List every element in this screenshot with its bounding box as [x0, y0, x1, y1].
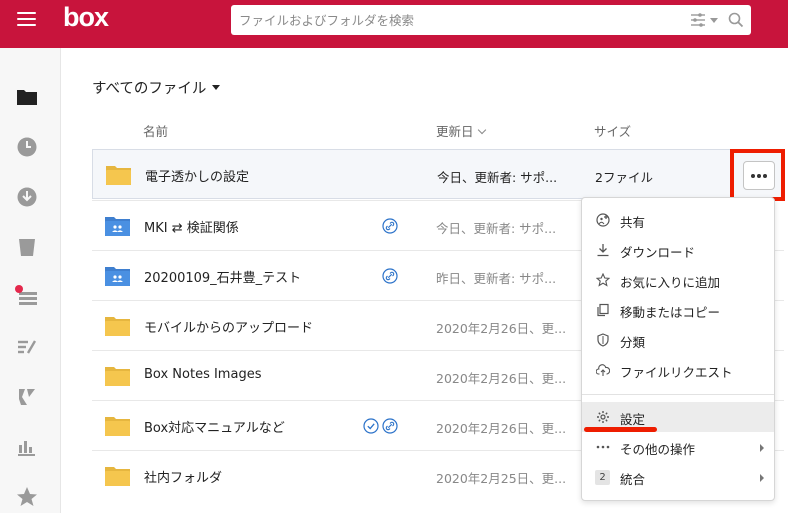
- share-icon: [596, 213, 610, 227]
- search-icon[interactable]: [728, 12, 744, 32]
- sidebar-item-notes[interactable]: [15, 335, 39, 359]
- top-header: box: [0, 0, 788, 48]
- item-name[interactable]: Box対応マニュアルなど: [144, 417, 285, 436]
- analytics-icon: [18, 441, 35, 456]
- menu-item-label: ファイルリクエスト: [620, 365, 733, 380]
- ellipsis-icon: [596, 440, 610, 454]
- more-options-button[interactable]: [743, 161, 775, 190]
- folder-icon: [104, 465, 131, 491]
- feed-icon: [15, 285, 37, 305]
- download-icon: [17, 187, 37, 207]
- link-icon[interactable]: [382, 218, 398, 238]
- check-icon[interactable]: [363, 418, 379, 438]
- item-updated: 今日、更新者: サポ...: [436, 221, 557, 236]
- menu-divider: [582, 394, 774, 395]
- box-logo[interactable]: box: [63, 2, 109, 33]
- annotation-underline: [584, 427, 657, 432]
- sort-chevron-icon: [477, 125, 486, 135]
- column-header-name[interactable]: 名前: [143, 121, 168, 140]
- copy-icon: [596, 303, 610, 317]
- gear-icon: [596, 410, 610, 424]
- search-input[interactable]: [231, 5, 671, 35]
- clock-icon: [17, 137, 37, 157]
- chevron-right-icon: [760, 474, 764, 482]
- download-icon: [596, 243, 610, 257]
- folder-icon: [104, 265, 131, 291]
- sidebar-item-feed[interactable]: [15, 285, 39, 309]
- item-updated: 2020年2月26日、更...: [436, 371, 567, 386]
- hamburger-menu-icon[interactable]: [17, 12, 36, 28]
- menu-item-label: その他の操作: [620, 442, 696, 457]
- item-name[interactable]: Box Notes Images: [144, 367, 261, 382]
- link-icon[interactable]: [382, 418, 398, 438]
- star-icon: [595, 272, 611, 287]
- item-size: 2ファイル: [595, 170, 653, 185]
- menu-item-label: 分類: [620, 335, 646, 350]
- item-name[interactable]: モバイルからのアップロード: [144, 317, 313, 336]
- item-updated: 2020年2月25日、更...: [436, 471, 567, 486]
- sidebar-item-analytics[interactable]: [15, 435, 39, 459]
- breadcrumb-label: すべてのファイル: [92, 81, 207, 97]
- search-filter-icon[interactable]: [690, 12, 718, 32]
- item-name[interactable]: 電子透かしの設定: [145, 166, 249, 185]
- folder-icon: [104, 215, 131, 241]
- menu-item-ellipsis[interactable]: その他の操作: [582, 432, 774, 462]
- count-badge: 2: [595, 470, 610, 485]
- menu-item-download[interactable]: ダウンロード: [582, 235, 774, 265]
- menu-item-shield[interactable]: 分類: [582, 325, 774, 355]
- search-box: [231, 5, 751, 35]
- item-updated: 今日、更新者: サポ...: [437, 170, 558, 185]
- column-header-size[interactable]: サイズ: [594, 121, 631, 140]
- context-menu: 共有ダウンロードお気に入りに追加 移動またはコピー 分類ファイルリクエスト 設定その他…: [581, 197, 775, 501]
- link-icon[interactable]: [382, 268, 398, 288]
- shield-icon: [596, 333, 610, 347]
- sidebar-item-favorites[interactable]: [15, 485, 39, 509]
- file-list-row[interactable]: 電子透かしの設定 今日、更新者: サポ... 2ファイル: [92, 149, 784, 199]
- item-name[interactable]: 社内フォルダ: [144, 467, 222, 486]
- menu-item-label: 移動またはコピー: [620, 305, 721, 320]
- trash-icon: [19, 239, 35, 256]
- folder-icon: [104, 415, 131, 441]
- menu-item-label: お気に入りに追加: [620, 275, 721, 290]
- menu-item-copy[interactable]: 移動またはコピー: [582, 295, 774, 325]
- menu-item-label: ダウンロード: [620, 245, 696, 260]
- upload-icon: [595, 363, 611, 377]
- column-header-updated[interactable]: 更新日: [436, 121, 486, 140]
- left-sidebar: [0, 48, 61, 513]
- sidebar-item-relay[interactable]: [15, 385, 39, 409]
- star-icon: [17, 487, 37, 506]
- chevron-right-icon: [760, 444, 764, 452]
- column-header-updated-label: 更新日: [436, 124, 474, 139]
- folder-icon: [104, 365, 131, 391]
- sidebar-item-all-files[interactable]: [15, 85, 39, 109]
- sidebar-item-trash[interactable]: [15, 235, 39, 259]
- item-updated: 昨日、更新者: サポ...: [436, 271, 557, 286]
- item-name[interactable]: MKI ⇄ 検証関係: [144, 217, 239, 236]
- menu-item-upload[interactable]: ファイルリクエスト: [582, 355, 774, 385]
- menu-item-integrations[interactable]: 2 統合: [582, 462, 774, 492]
- menu-item-star[interactable]: お気に入りに追加: [582, 265, 774, 295]
- notes-icon: [18, 340, 37, 354]
- chevron-down-icon: [212, 84, 221, 90]
- folder-icon: [105, 164, 132, 190]
- sidebar-item-recents[interactable]: [15, 135, 39, 159]
- menu-item-share[interactable]: 共有: [582, 205, 774, 235]
- item-name[interactable]: 20200109_石井豊_テスト: [144, 267, 301, 286]
- menu-item-label: 統合: [620, 472, 646, 487]
- menu-item-label: 設定: [620, 412, 646, 427]
- sidebar-item-synced[interactable]: [15, 185, 39, 209]
- item-updated: 2020年2月26日、更...: [436, 321, 567, 336]
- menu-item-label: 共有: [620, 215, 646, 230]
- folder-icon: [17, 90, 37, 105]
- breadcrumb-all-files[interactable]: すべてのファイル: [92, 77, 221, 98]
- folder-icon: [104, 315, 131, 341]
- item-updated: 2020年2月26日、更...: [436, 421, 567, 436]
- relay-icon: [19, 389, 35, 405]
